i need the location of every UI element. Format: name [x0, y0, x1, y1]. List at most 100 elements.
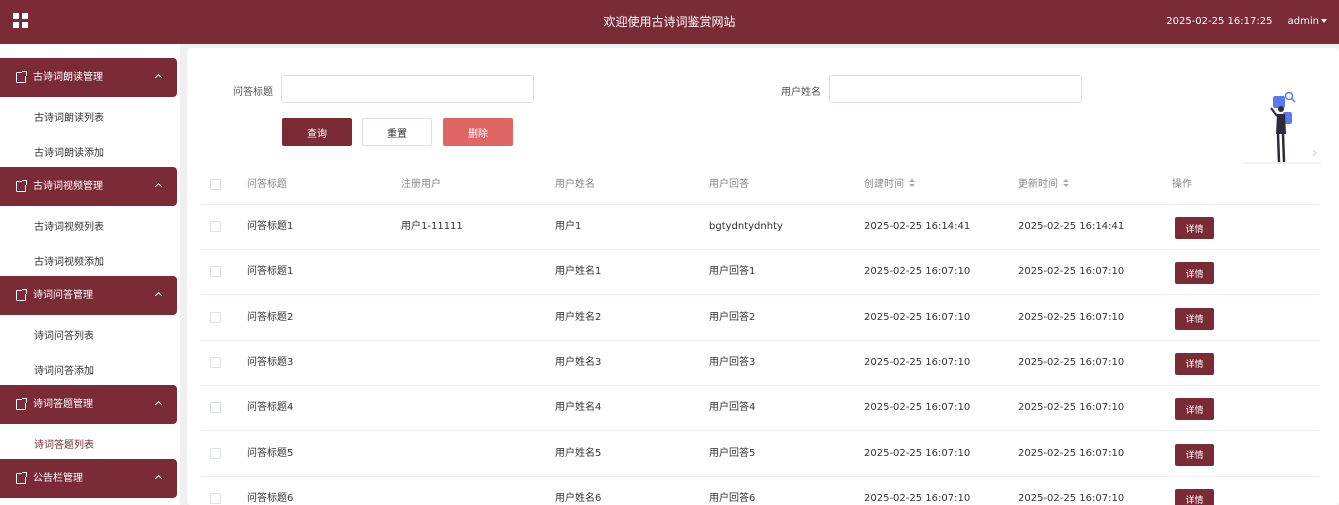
table-row: 问答标题3 用户姓名3 用户回答3 2025-02-25 16:07:10 2025-0… [200, 341, 1320, 386]
table-cell: 用户姓名3 [555, 356, 602, 368]
table-cell: 2025-02-25 16:14:41 [1018, 221, 1125, 232]
table-cell: 问答标题6 [247, 492, 294, 504]
table-cell: 用户姓名1 [555, 266, 602, 278]
name-filter-label: 用户姓名 [781, 87, 821, 98]
sidebar-item-recitation-add[interactable]: 古诗词朗读添加 [34, 144, 104, 159]
user-menu[interactable]: admin [1288, 16, 1327, 27]
detail-button[interactable]: 详情 [1175, 443, 1214, 466]
table-row: 问答标题4 用户姓名4 用户回答4 2025-02-25 16:07:10 2025-0… [200, 386, 1320, 432]
table-cell: 2025-02-25 16:07:10 [1018, 447, 1125, 459]
detail-button[interactable]: 详情 [1175, 307, 1214, 330]
document-icon [16, 71, 27, 83]
document-icon [16, 398, 27, 410]
sidebar-item-video-list[interactable]: 古诗词视频列表 [34, 218, 104, 233]
table-cell: 用户姓名6 [555, 492, 602, 504]
chevron-up-icon [154, 291, 163, 300]
table-cell: 2025-02-25 16:07:10 [1018, 402, 1125, 414]
query-button[interactable]: 查询 [282, 118, 352, 146]
sidebar-item-recitation-list[interactable]: 古诗词朗读列表 [34, 109, 104, 124]
column-header: 操作 [1172, 179, 1192, 190]
name-filter-input[interactable] [829, 75, 1082, 103]
table-row: 问答标题2 用户姓名2 用户回答2 2025-02-25 16:07:10 2025-0… [200, 296, 1320, 341]
column-header: 用户姓名 [555, 179, 595, 190]
menu-group-video[interactable]: 古诗词视频管理 [0, 167, 177, 206]
table-cell: bgtydntydnhty [709, 221, 783, 232]
chevron-up-icon [154, 474, 163, 483]
row-checkbox[interactable] [210, 356, 221, 368]
table-cell: 问答标题1 [247, 266, 294, 278]
menu-group-label: 诗词问答管理 [33, 290, 93, 301]
sort-icon [1063, 179, 1069, 188]
table-cell: 2025-02-25 16:07:10 [864, 492, 971, 504]
table-cell: 用户回答6 [709, 492, 756, 504]
topbar-right: 2025-02-25 16:17:25 admin [1166, 0, 1327, 44]
select-all-checkbox[interactable] [210, 179, 221, 190]
table-cell: 2025-02-25 16:07:10 [864, 447, 971, 459]
sort-icon [909, 179, 915, 188]
table-cell: 2025-02-25 16:07:10 [1018, 492, 1125, 504]
table-cell: 用户回答4 [709, 402, 756, 414]
delete-button[interactable]: 删除 [443, 118, 513, 146]
detail-button[interactable]: 详情 [1175, 398, 1214, 421]
table-cell: 问答标题4 [247, 402, 294, 414]
app-title: 欢迎使用古诗词鉴赏网站 [603, 15, 736, 29]
detail-button[interactable]: 详情 [1175, 262, 1214, 285]
table-cell: 用户回答2 [709, 311, 756, 323]
sidebar-item-quiz-list[interactable]: 诗词答题列表 [34, 436, 94, 451]
table-cell: 2025-02-25 16:07:10 [1018, 356, 1125, 368]
row-checkbox[interactable] [210, 221, 221, 232]
sidebar-item-video-add[interactable]: 古诗词视频添加 [34, 253, 104, 268]
table-cell: 问答标题1 [247, 221, 294, 232]
sidebar: 古诗词朗读管理 古诗词朗读列表 古诗词朗读添加 古诗词视频管理 古诗词视频列表 … [0, 44, 180, 505]
table-cell: 用户回答3 [709, 356, 756, 368]
title-filter-input[interactable] [281, 75, 534, 103]
table-cell: 2025-02-25 16:07:10 [864, 266, 971, 278]
detail-button[interactable]: 详情 [1175, 217, 1214, 239]
menu-group-label: 诗词答题管理 [33, 399, 93, 410]
document-icon [16, 472, 27, 484]
table-cell: 用户姓名4 [555, 402, 602, 414]
table-row: 问答标题5 用户姓名5 用户回答5 2025-02-25 16:07:10 2025-0… [200, 432, 1320, 477]
table-row: 问答标题1 用户1-11111 用户1 bgtydntydnhty 2025-02-25… [200, 205, 1320, 250]
row-checkbox[interactable] [210, 402, 221, 414]
chevron-up-icon [154, 182, 163, 191]
table-cell: 2025-02-25 16:07:10 [864, 402, 971, 414]
user-name: admin [1287, 16, 1319, 27]
detail-button[interactable]: 详情 [1175, 352, 1214, 375]
row-checkbox[interactable] [210, 266, 221, 278]
column-header-created[interactable]: 创建时间 [864, 164, 915, 205]
menu-group-notice[interactable]: 公告栏管理 [0, 459, 177, 498]
table-cell: 问答标题2 [247, 311, 294, 323]
document-icon [16, 289, 27, 301]
detail-button[interactable]: 详情 [1175, 488, 1214, 505]
document-icon [16, 180, 27, 192]
table-header: 问答标题 注册用户 用户姓名 用户回答 创建时间 更新时间 操作 [200, 164, 1320, 205]
column-header: 问答标题 [247, 179, 287, 190]
menu-group-quiz[interactable]: 诗词答题管理 [0, 385, 177, 424]
reset-button[interactable]: 重置 [362, 118, 432, 146]
sidebar-item-qa-add[interactable]: 诗词问答添加 [34, 362, 94, 377]
sidebar-item-qa-list[interactable]: 诗词问答列表 [34, 327, 94, 342]
top-bar: 欢迎使用古诗词鉴赏网站 2025-02-25 16:17:25 admin [0, 0, 1339, 44]
table-row: 问答标题6 用户姓名6 用户回答6 2025-02-25 16:07:10 2025-0… [200, 477, 1320, 505]
title-filter-label: 问答标题 [233, 87, 273, 98]
row-checkbox[interactable] [210, 447, 221, 459]
table-cell: 用户回答1 [709, 266, 756, 278]
table-cell: 用户姓名2 [555, 311, 602, 323]
menu-group-recitation[interactable]: 古诗词朗读管理 [0, 58, 177, 97]
table-cell: 用户1 [555, 221, 582, 232]
menu-group-qa[interactable]: 诗词问答管理 [0, 276, 177, 315]
column-header-updated[interactable]: 更新时间 [1018, 164, 1069, 205]
table-cell: 2025-02-25 16:07:10 [864, 356, 971, 368]
row-checkbox[interactable] [210, 492, 221, 504]
table-cell: 2025-02-25 16:07:10 [1018, 311, 1125, 323]
row-checkbox[interactable] [210, 311, 221, 323]
column-header-label: 更新时间 [1018, 179, 1058, 190]
table-cell: 问答标题5 [247, 447, 294, 459]
chevron-down-icon [1321, 19, 1327, 23]
column-header: 用户回答 [709, 179, 749, 190]
chevron-up-icon [154, 400, 163, 409]
table-cell: 2025-02-25 16:14:41 [864, 221, 971, 232]
column-header: 注册用户 [401, 179, 441, 190]
column-header-label: 创建时间 [864, 179, 904, 190]
